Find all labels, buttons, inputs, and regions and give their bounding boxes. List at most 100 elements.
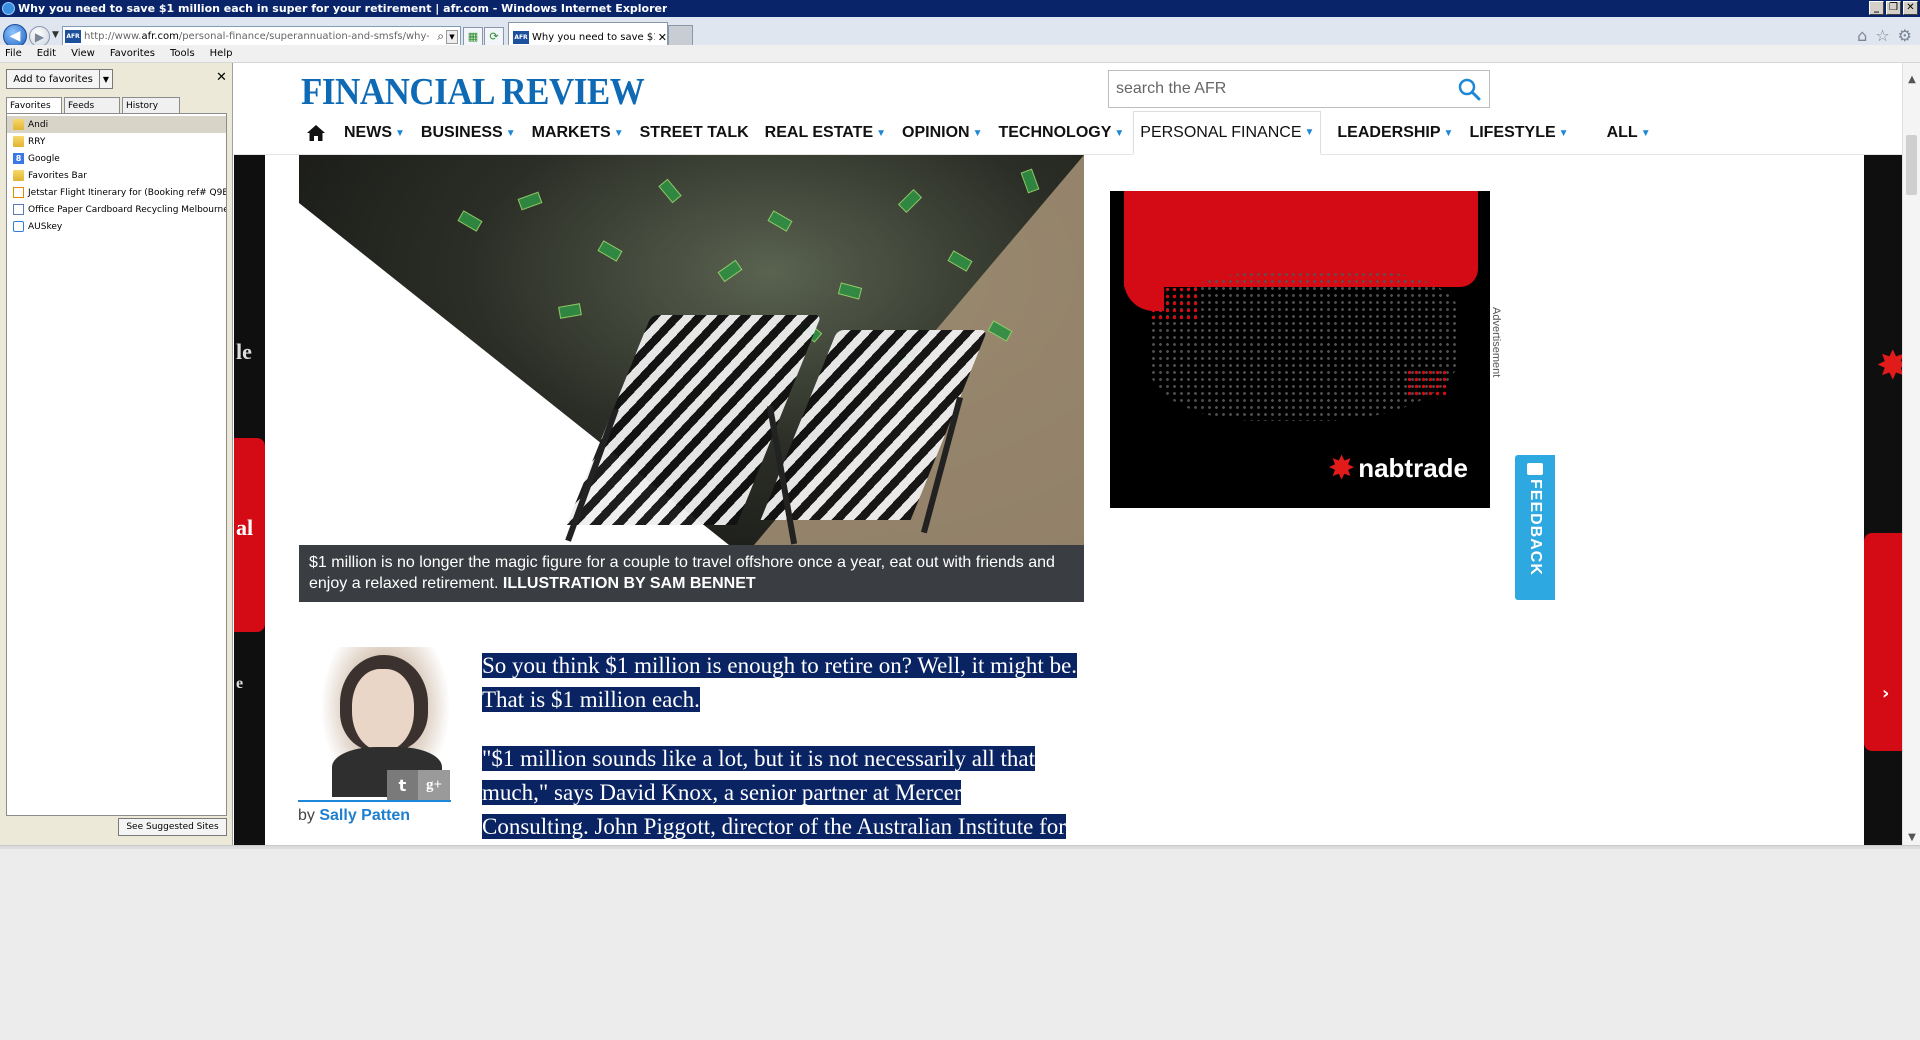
site-logo[interactable]: FINANCIAL REVIEW: [301, 70, 645, 114]
caret-down-icon: ▼: [1558, 127, 1569, 139]
page-scrollbar[interactable]: ▲ ▼: [1902, 63, 1920, 845]
favorite-item[interactable]: Andi: [7, 116, 226, 133]
favorites-tabs: Favorites Feeds History: [6, 97, 182, 113]
compatibility-view-icon[interactable]: ▦: [463, 27, 483, 46]
menu-bar: File Edit View Favorites Tools Help: [0, 45, 1920, 63]
status-divider: [0, 845, 1920, 849]
recent-pages-dropdown[interactable]: ▼: [52, 30, 59, 40]
skin-text: al: [236, 515, 254, 540]
url-text[interactable]: http://www.afr.com/personal-finance/supe…: [84, 31, 429, 42]
address-bar[interactable]: AFR http://www.afr.com/personal-finance/…: [62, 26, 461, 47]
nav-lifestyle[interactable]: LIFESTYLE ▼: [1469, 111, 1568, 155]
page-icon: [13, 221, 24, 232]
refresh-icon[interactable]: ⟳: [484, 27, 504, 46]
nav-personal-finance[interactable]: PERSONAL FINANCE ▼: [1133, 111, 1322, 155]
menu-tools[interactable]: Tools: [170, 48, 195, 59]
map-highlight: [1150, 286, 1200, 321]
caret-down-icon: ▼: [876, 127, 887, 139]
menu-edit[interactable]: Edit: [37, 48, 56, 59]
author-link[interactable]: Sally Patten: [319, 807, 410, 824]
byline: by Sally Patten: [298, 807, 411, 824]
site-favicon-icon: AFR: [65, 30, 81, 43]
image-caption: $1 million is no longer the magic figure…: [299, 545, 1084, 602]
folder-icon: [13, 170, 24, 181]
feedback-button[interactable]: FEEDBACK: [1515, 455, 1555, 600]
favorite-item[interactable]: Office Paper Cardboard Recycling Melbour…: [7, 201, 226, 218]
nav-technology[interactable]: TECHNOLOGY ▼: [998, 111, 1124, 155]
web-page: le al e ✸ › FINANCIAL REVIEW NEWS▼ BUSIN…: [234, 63, 1920, 845]
nav-real-estate[interactable]: REAL ESTATE ▼: [765, 111, 886, 155]
menu-help[interactable]: Help: [210, 48, 233, 59]
see-suggested-sites-button[interactable]: See Suggested Sites: [118, 818, 227, 836]
home-icon[interactable]: [302, 121, 330, 145]
browser-right-icons: ⌂ ☆ ⚙: [1857, 26, 1912, 45]
scroll-up-icon[interactable]: ▲: [1903, 71, 1920, 87]
skin-text: e: [236, 675, 244, 692]
favorite-item[interactable]: AUSkey: [7, 218, 226, 235]
search-icon[interactable]: ⌕: [437, 29, 444, 44]
search-icon[interactable]: [1457, 77, 1481, 101]
right-skin-advert[interactable]: ✸ ›: [1864, 155, 1902, 845]
nav-business[interactable]: BUSINESS ▼: [421, 111, 516, 155]
left-skin-advert[interactable]: le al e: [234, 155, 265, 845]
nav-markets[interactable]: MARKETS ▼: [532, 111, 624, 155]
advertisement-label: Advertisement: [1490, 307, 1502, 378]
page-icon: [13, 204, 24, 215]
article-paragraph: "$1 million sounds like a lot, but it is…: [482, 746, 1066, 839]
add-to-favorites-button[interactable]: Add to favorites: [6, 69, 100, 89]
home-icon[interactable]: ⌂: [1857, 26, 1867, 45]
forward-button[interactable]: ▶: [29, 26, 50, 47]
google-plus-icon[interactable]: g+: [418, 770, 450, 800]
tab-close-icon[interactable]: ✕: [658, 31, 667, 44]
caret-down-icon: ▼: [1114, 127, 1125, 139]
close-window-button[interactable]: ✕: [1903, 1, 1918, 15]
address-dropdown[interactable]: ▼: [446, 30, 458, 44]
nav-street-talk[interactable]: STREET TALK: [640, 111, 749, 155]
google-icon: 8: [13, 153, 24, 164]
hero-image: [299, 155, 1084, 545]
site-header: FINANCIAL REVIEW NEWS▼ BUSINESS▼ MARKETS…: [234, 63, 1902, 155]
add-to-favorites-dropdown[interactable]: ▼: [99, 69, 113, 89]
skin-text: le: [236, 339, 252, 364]
scroll-thumb[interactable]: [1906, 135, 1917, 195]
favorites-list: Andi RRY 8 Google Favorites Bar Jetstar F…: [6, 113, 227, 816]
tab-favorites[interactable]: Favorites: [6, 97, 62, 113]
menu-favorites[interactable]: Favorites: [110, 48, 155, 59]
close-pane-icon[interactable]: ✕: [216, 70, 227, 85]
tab-title: Why you need to save $1 mil...: [532, 31, 655, 43]
caption-credit: ILLUSTRATION BY SAM BENNET: [502, 575, 756, 592]
nav-all[interactable]: ALL ▼: [1607, 111, 1651, 155]
window-title: Why you need to save $1 million each in …: [18, 2, 668, 15]
favorite-item[interactable]: Favorites Bar: [7, 167, 226, 184]
nabtrade-advert[interactable]: ✸ nabtrade: [1110, 191, 1490, 508]
favorite-item[interactable]: 8 Google: [7, 150, 226, 167]
minimize-button[interactable]: _: [1869, 1, 1884, 15]
author-face: [352, 669, 414, 751]
nav-leadership[interactable]: LEADERSHIP ▼: [1337, 111, 1453, 155]
restore-button[interactable]: ❐: [1886, 1, 1901, 15]
twitter-icon[interactable]: t: [387, 770, 418, 800]
site-search[interactable]: [1108, 70, 1490, 108]
nav-opinion[interactable]: OPINION ▼: [902, 111, 982, 155]
menu-view[interactable]: View: [71, 48, 95, 59]
caret-down-icon: ▼: [972, 127, 983, 139]
folder-icon: [13, 119, 24, 130]
skin-red-panel: [1864, 533, 1902, 751]
tools-gear-icon[interactable]: ⚙: [1898, 26, 1912, 45]
menu-file[interactable]: File: [5, 48, 22, 59]
caret-down-icon: ▼: [395, 127, 405, 139]
tab-history[interactable]: History: [122, 97, 180, 113]
nab-star-icon: ✸: [1329, 452, 1355, 485]
tab-feeds[interactable]: Feeds: [64, 97, 120, 113]
favorite-item[interactable]: RRY: [7, 133, 226, 150]
nav-news[interactable]: NEWS ▼: [344, 111, 405, 155]
status-area: [0, 845, 1920, 1040]
favorite-item[interactable]: Jetstar Flight Itinerary for (Booking re…: [7, 184, 226, 201]
favorites-star-icon[interactable]: ☆: [1875, 26, 1889, 45]
search-input[interactable]: [1116, 80, 1436, 98]
chevron-right-icon[interactable]: ›: [1882, 683, 1889, 704]
folder-icon: [13, 136, 24, 147]
main-nav: NEWS ▼ BUSINESS ▼ MARKETS ▼ STREET TALK REA…: [296, 111, 1667, 155]
scroll-down-icon[interactable]: ▼: [1903, 829, 1920, 845]
window-titlebar: Why you need to save $1 million each in …: [0, 0, 1920, 17]
